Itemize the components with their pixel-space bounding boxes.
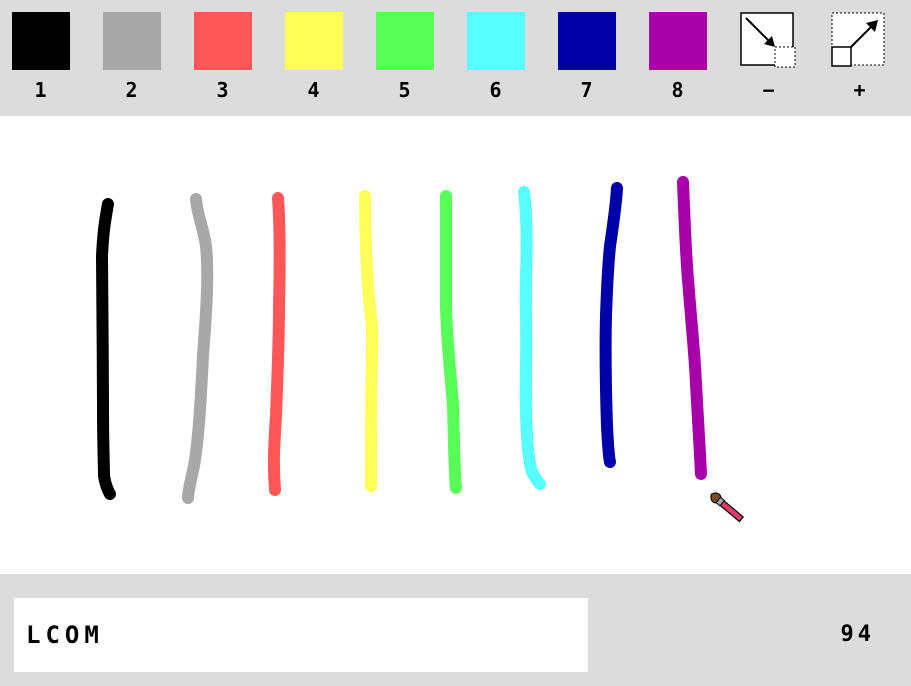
color-key-label: 4 [307, 78, 321, 102]
color-swatch-gray [103, 12, 161, 70]
blue-stroke [599, 182, 623, 468]
decrease-brush-size-button[interactable]: − [728, 0, 808, 116]
status-bar: LCOM 94 [0, 574, 911, 686]
color-swatch-black [12, 12, 70, 70]
green-stroke [439, 190, 462, 494]
color-swatch-magenta [649, 12, 707, 70]
color-key-label: 6 [489, 78, 503, 102]
paintbrush-cursor-icon [710, 492, 745, 523]
red-stroke [267, 192, 286, 496]
purple-stroke [677, 176, 707, 480]
black-stroke [96, 198, 116, 500]
color-key-label: 8 [671, 78, 685, 102]
canvas-strokes [96, 176, 745, 523]
color-3-button[interactable]: 3 [182, 0, 262, 116]
color-toolbar: 1 2 3 4 5 6 7 8 − + [0, 0, 911, 116]
color-swatch-red [194, 12, 252, 70]
color-key-label: 5 [398, 78, 412, 102]
color-swatch-blue [558, 12, 616, 70]
color-key-label: 2 [125, 78, 139, 102]
color-4-button[interactable]: 4 [273, 0, 353, 116]
cyan-stroke [518, 186, 546, 490]
color-1-button[interactable]: 1 [0, 0, 80, 116]
color-swatch-green [376, 12, 434, 70]
color-key-label: 1 [34, 78, 48, 102]
color-2-button[interactable]: 2 [91, 0, 171, 116]
color-key-label: 3 [216, 78, 230, 102]
counter-display: 94 [840, 622, 875, 647]
size-increase-key: + [853, 78, 867, 102]
color-5-button[interactable]: 5 [364, 0, 444, 116]
shrink-brush-icon [740, 12, 796, 68]
yellow-stroke [359, 190, 379, 492]
drawing-canvas[interactable] [0, 116, 911, 574]
gray-stroke [182, 193, 214, 504]
color-swatch-yellow [285, 12, 343, 70]
color-6-button[interactable]: 6 [455, 0, 535, 116]
color-7-button[interactable]: 7 [546, 0, 626, 116]
color-8-button[interactable]: 8 [637, 0, 717, 116]
size-decrease-key: − [762, 78, 776, 102]
increase-brush-size-button[interactable]: + [819, 0, 899, 116]
color-key-label: 7 [580, 78, 594, 102]
grow-brush-icon [831, 12, 885, 67]
color-swatch-cyan [467, 12, 525, 70]
text-input-field[interactable]: LCOM [14, 598, 588, 672]
